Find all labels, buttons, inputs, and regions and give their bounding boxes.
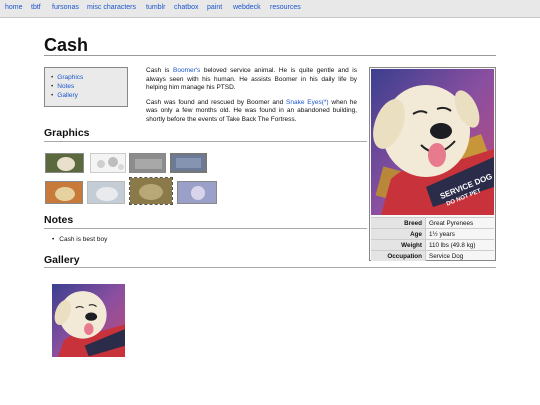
graphic-thumbnail-2[interactable] (90, 153, 126, 173)
nav-link-chatbox[interactable]: chatbox (174, 4, 199, 11)
nav-link-paint[interactable]: paint (207, 4, 222, 11)
notes-list: Cash is best boy (52, 236, 107, 243)
gallery-image-1[interactable] (52, 284, 125, 357)
infobox-value: Service Dog (425, 250, 494, 261)
toc-link-graphics[interactable]: Graphics (57, 74, 83, 81)
graphics-divider (44, 141, 367, 142)
nav-link-home[interactable]: home (5, 4, 23, 11)
title-divider (44, 55, 496, 56)
graphic-thumbnail-3[interactable] (129, 153, 166, 173)
graphic-thumbnail-8[interactable] (177, 181, 217, 204)
infobox-value: 110 lbs (49.8 kg) (425, 239, 494, 251)
nav-link-tumblr[interactable]: tumblr (146, 4, 165, 11)
nav-link-misc-characters[interactable]: misc characters (87, 4, 136, 11)
infobox-key: Breed (371, 217, 426, 229)
section-heading-gallery: Gallery (44, 254, 80, 266)
graphic-thumbnail-1[interactable] (45, 153, 84, 173)
nav-link-webdeck[interactable]: webdeck (233, 4, 261, 11)
section-heading-notes: Notes (44, 214, 74, 226)
graphic-thumbnail-5[interactable] (45, 181, 83, 204)
character-infobox: SERVICE DOG DO NOT PET Breed Great Pyrene… (369, 67, 496, 261)
toc-item-notes[interactable]: Notes (51, 82, 83, 91)
gallery-divider (44, 267, 496, 268)
intro-text: Cash is Boomer's beloved service animal.… (146, 67, 357, 131)
link-snake-eyes[interactable]: Snake Eyes(*) (286, 99, 329, 106)
infobox-key: Occupation (371, 250, 426, 261)
table-of-contents: Graphics Notes Gallery (44, 67, 128, 107)
section-heading-graphics: Graphics (44, 127, 90, 139)
toc-item-gallery[interactable]: Gallery (51, 91, 83, 100)
link-boomer[interactable]: Boomer's (173, 67, 200, 74)
infobox-row-breed: Breed Great Pyrenees (371, 217, 494, 229)
infobox-table: Breed Great Pyrenees Age 1½ years Weight 11… (371, 217, 494, 261)
infobox-value: Great Pyrenees (425, 217, 494, 229)
toc-link-gallery[interactable]: Gallery (57, 92, 78, 99)
page-title: Cash (44, 35, 89, 55)
graphic-thumbnail-4[interactable] (170, 153, 207, 173)
intro-text-1a: Cash is (146, 67, 173, 74)
infobox-value: 1½ years (425, 228, 494, 240)
top-navigation: home tbtf fursonas misc characters tumbl… (0, 0, 540, 18)
infobox-row-weight: Weight 110 lbs (49.8 kg) (371, 239, 494, 251)
infobox-row-occupation: Occupation Service Dog (371, 250, 494, 261)
toc-item-graphics[interactable]: Graphics (51, 73, 83, 82)
infobox-key: Age (371, 228, 426, 240)
note-item: Cash is best boy (52, 236, 107, 243)
graphic-thumbnail-6[interactable] (87, 181, 125, 204)
infobox-row-age: Age 1½ years (371, 228, 494, 240)
intro-text-2a: Cash was found and rescued by Boomer and (146, 98, 287, 106)
nav-link-fursonas[interactable]: fursonas (52, 4, 79, 11)
intro-paragraph-1: Cash is Boomer's beloved service animal.… (146, 67, 357, 93)
gallery-dog-illustration (52, 284, 125, 357)
intro-paragraph-2: Cash was found and rescued by Boomer and… (146, 99, 357, 125)
nav-link-tbtf[interactable]: tbtf (31, 4, 41, 11)
nav-link-resources[interactable]: resources (270, 4, 301, 11)
graphic-thumbnail-7[interactable] (129, 177, 173, 205)
infobox-portrait: SERVICE DOG DO NOT PET (371, 69, 494, 215)
notes-divider (44, 228, 367, 229)
infobox-key: Weight (371, 239, 426, 251)
toc-link-notes[interactable]: Notes (57, 83, 74, 90)
dog-portrait-illustration: SERVICE DOG DO NOT PET (371, 69, 494, 215)
